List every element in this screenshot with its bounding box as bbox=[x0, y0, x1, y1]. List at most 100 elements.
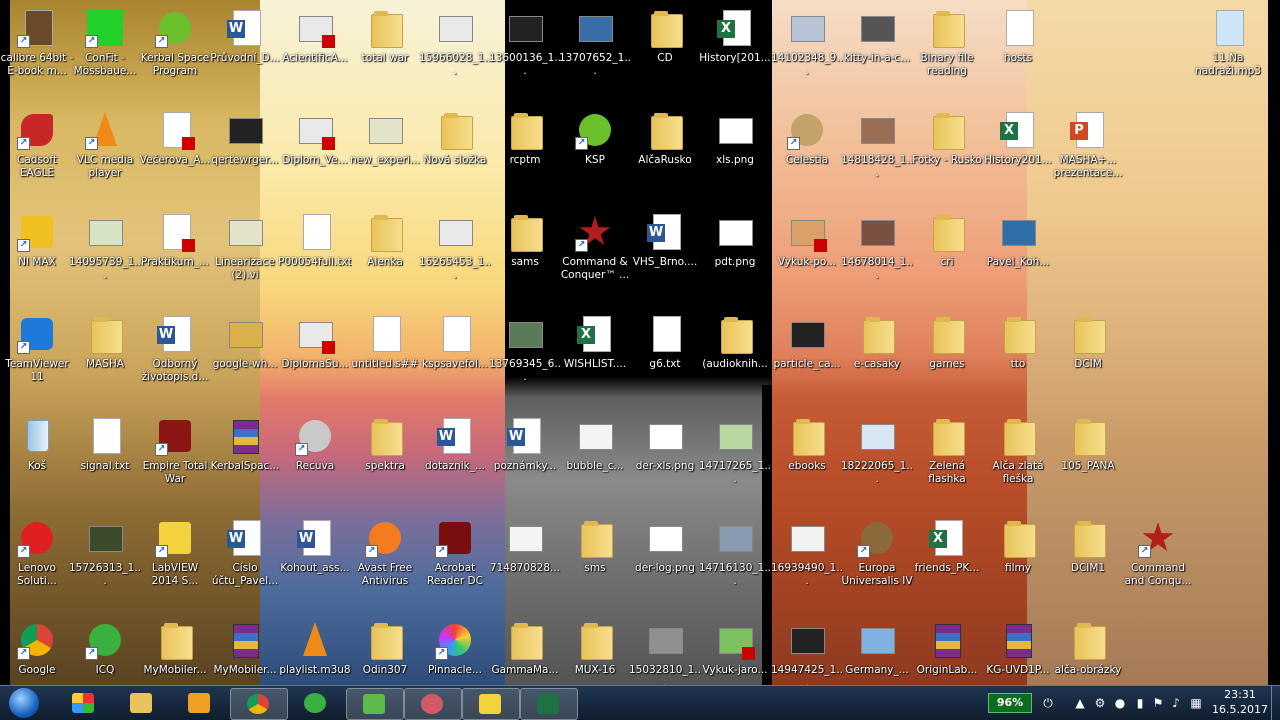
desktop-icon-google-wh[interactable]: google-wh... bbox=[208, 306, 282, 404]
desktop-icon-kspsavefol[interactable]: kspsavefol... bbox=[418, 306, 492, 404]
desktop-icon-kohout-ass[interactable]: W Kohout_ass... bbox=[278, 510, 352, 608]
desktop-icon-18222065[interactable]: 18222065_1... bbox=[840, 408, 914, 506]
desktop-icon-empire-total-war[interactable]: ↗ Empire Total War bbox=[138, 408, 212, 506]
start-button[interactable] bbox=[4, 688, 44, 718]
taskbar-app-itunes[interactable] bbox=[404, 688, 462, 720]
desktop-icon-kerbalspac-rar[interactable]: KerbalSpac... bbox=[208, 408, 282, 506]
desktop-icon-confit[interactable]: ↗ ConFit - Mössbaue... bbox=[68, 0, 142, 98]
desktop-icon-friends-pk[interactable]: Xfriends_PK... bbox=[910, 510, 984, 608]
desktop-icon-ni-max[interactable]: ↗ NI MAX bbox=[0, 204, 74, 302]
desktop-icon-vykuk-po[interactable]: Vykuk-po... bbox=[770, 204, 844, 302]
show-hidden-icons-icon[interactable]: ▲ bbox=[1073, 696, 1087, 710]
desktop-icon-avast[interactable]: ↗ Avast Free Antivirus bbox=[348, 510, 422, 608]
desktop-icon-cri[interactable]: cri bbox=[910, 204, 984, 302]
desktop-icon-lenovo-solutions[interactable]: ↗ Lenovo Soluti... bbox=[0, 510, 74, 608]
desktop-icon-sms[interactable]: sms bbox=[558, 510, 632, 608]
desktop-icon-nova-slozka[interactable]: Nová složka bbox=[418, 102, 492, 200]
desktop-icon-dotaznik[interactable]: Wdotaznik_... bbox=[418, 408, 492, 506]
desktop-icon-pavel-koh[interactable]: Pavel_Koh... bbox=[981, 204, 1055, 302]
desktop-icon-alca-zlata-fleska[interactable]: Alča zlatá fleška bbox=[981, 408, 1055, 506]
desktop-icon-acrobat-reader[interactable]: ↗ Acrobat Reader DC bbox=[418, 510, 492, 608]
desktop-icon-signal-txt[interactable]: signal.txt bbox=[68, 408, 142, 506]
desktop-icon-14095739[interactable]: 14095739_1... bbox=[68, 204, 142, 302]
desktop-icon-audioknihy[interactable]: (audioknih... bbox=[698, 306, 772, 404]
desktop-icon-pdt-png[interactable]: pdt.png bbox=[698, 204, 772, 302]
network-icon[interactable]: ⚙ bbox=[1093, 696, 1107, 710]
desktop-icon-vlc[interactable]: ↗ VLC media player bbox=[68, 102, 142, 200]
desktop-icon-der-xls[interactable]: der-xls.png bbox=[628, 408, 702, 506]
desktop-icon-15966028[interactable]: 15966028_1... bbox=[418, 0, 492, 98]
desktop-icon-recuva[interactable]: ↗ Recuva bbox=[278, 408, 352, 506]
desktop-icon-dcim[interactable]: DCIM bbox=[1051, 306, 1125, 404]
desktop-icon-total-war[interactable]: total war bbox=[348, 0, 422, 98]
desktop-icon-celestia[interactable]: ↗ Celestia bbox=[770, 102, 844, 200]
desktop-icon-na-nadrazi[interactable]: 11.Na nadraži.mp3 bbox=[1191, 0, 1265, 98]
desktop-icon-praktikum[interactable]: Praktikum_... bbox=[138, 204, 212, 302]
clock-date[interactable]: 16.5.2017 bbox=[1211, 703, 1269, 716]
desktop-icon-16265453[interactable]: 16265453_1... bbox=[418, 204, 492, 302]
desktop-icon-wishlist[interactable]: X WISHLIST.... bbox=[558, 306, 632, 404]
clock-time[interactable]: 23:31 bbox=[1215, 688, 1265, 701]
taskbar-app-winamp[interactable] bbox=[172, 688, 228, 718]
avast-icon[interactable]: ● bbox=[1113, 696, 1127, 710]
desktop-icon-13769345[interactable]: 13769345_6... bbox=[488, 306, 562, 404]
desktop-icon-particle-ca[interactable]: particle_ca... bbox=[770, 306, 844, 404]
desktop-icon-spektra[interactable]: spektra bbox=[348, 408, 422, 506]
desktop-icon-14678014[interactable]: 14678014_1... bbox=[840, 204, 914, 302]
desktop-icon-16939490[interactable]: 16939490_1... bbox=[770, 510, 844, 608]
desktop-icon-zelena-flashka[interactable]: Zelená flashka bbox=[910, 408, 984, 506]
desktop-icon-14716130[interactable]: 14716130_1... bbox=[698, 510, 772, 608]
desktop-icon-15726313[interactable]: 15726313_1... bbox=[68, 510, 142, 608]
taskbar-app-excel[interactable] bbox=[520, 688, 578, 720]
desktop-icon-kerbal[interactable]: ↗ Kerbal Space Program bbox=[138, 0, 212, 98]
power-plug-icon[interactable]: ⏻ bbox=[1041, 696, 1055, 710]
desktop-icon-tto[interactable]: tto bbox=[981, 306, 1055, 404]
desktop-icon-games[interactable]: games bbox=[910, 306, 984, 404]
desktop-icon-diplomasu[interactable]: DiplomaSu... bbox=[278, 306, 352, 404]
desktop-icon-sams[interactable]: sams bbox=[488, 204, 562, 302]
desktop-icon-qertewrger[interactable]: qertewrger... bbox=[208, 102, 282, 200]
desktop-icon-acientific[interactable]: AcientificA... bbox=[278, 0, 352, 98]
taskbar-app-explorer[interactable] bbox=[114, 688, 170, 718]
desktop-icon-hosts[interactable]: hosts bbox=[981, 0, 1055, 98]
desktop-icon-cislo-uctu[interactable]: W Číslo účtu_Pavel... bbox=[208, 510, 282, 608]
taskbar-app-icq[interactable] bbox=[288, 688, 344, 718]
desktop-icon-linearizace[interactable]: Linearizace (2).vi bbox=[208, 204, 282, 302]
desktop-icon-13707652[interactable]: 13707652_1... bbox=[558, 0, 632, 98]
desktop-icon-poznamky[interactable]: Wpoznámky... bbox=[488, 408, 562, 506]
desktop-icon-714870828[interactable]: 714870828... bbox=[488, 510, 562, 608]
desktop-icon-e-casaky[interactable]: e-casaky bbox=[840, 306, 914, 404]
desktop-icon-history[interactable]: X History[201... bbox=[698, 0, 772, 98]
desktop-icon-p00054full[interactable]: P00054full.txt bbox=[278, 204, 352, 302]
desktop-icon-filmy[interactable]: filmy bbox=[981, 510, 1055, 608]
desktop-icon-13600136[interactable]: 13600136_1... bbox=[488, 0, 562, 98]
taskbar-app-metro[interactable] bbox=[56, 688, 112, 718]
desktop-icon-dcim1[interactable]: DCIM1 bbox=[1051, 510, 1125, 608]
desktop-icon-rcptm[interactable]: rcptm bbox=[488, 102, 562, 200]
desktop-icon-g6-txt[interactable]: g6.txt bbox=[628, 306, 702, 404]
language-icon[interactable]: ▦ bbox=[1189, 696, 1203, 710]
desktop-icon-14818428[interactable]: 14818428_1... bbox=[840, 102, 914, 200]
desktop-icon-cd[interactable]: CD bbox=[628, 0, 702, 98]
desktop-icon-command-and-conquer[interactable]: ↗ Command and Conqu... bbox=[1121, 510, 1195, 608]
desktop-icon-ebooks[interactable]: ebooks bbox=[770, 408, 844, 506]
desktop-icon-untitled[interactable]: untitled.s## bbox=[348, 306, 422, 404]
taskbar-app-chrome[interactable] bbox=[230, 688, 288, 720]
desktop-icon-ksp[interactable]: ↗ KSP bbox=[558, 102, 632, 200]
desktop-icon-calibre[interactable]: ↗ calibre 64bit - E-book m... bbox=[0, 0, 74, 98]
desktop-icon-vhs-brno[interactable]: W VHS_Brno.... bbox=[628, 204, 702, 302]
desktop-icon-teamviewer[interactable]: ↗ TeamViewer 11 bbox=[0, 306, 74, 404]
taskbar-app-origin[interactable] bbox=[346, 688, 404, 720]
desktop-icon-recycle-bin[interactable]: Koš bbox=[0, 408, 74, 506]
desktop-icon-der-log[interactable]: der-log.png bbox=[628, 510, 702, 608]
action-center-flag-icon[interactable]: ⚑ bbox=[1151, 696, 1165, 710]
desktop-icon-masha[interactable]: MASHA bbox=[68, 306, 142, 404]
taskbar-app-labview[interactable] bbox=[462, 688, 520, 720]
desktop-icon-bubble-c[interactable]: bubble_c... bbox=[558, 408, 632, 506]
desktop-icon-fotky-rusko[interactable]: Fotky - Rusko bbox=[910, 102, 984, 200]
desktop-icon-14102348[interactable]: 14102348_9... bbox=[770, 0, 844, 98]
desktop-icon-labview[interactable]: ↗ LabVIEW 2014 S... bbox=[138, 510, 212, 608]
desktop-icon-xls-png[interactable]: xls.png bbox=[698, 102, 772, 200]
desktop-icon-odborny-zivotopis[interactable]: W Odborný životopis.d... bbox=[138, 306, 212, 404]
desktop-icon-eagle[interactable]: ↗ Cadsoft EAGLE bbox=[0, 102, 74, 200]
